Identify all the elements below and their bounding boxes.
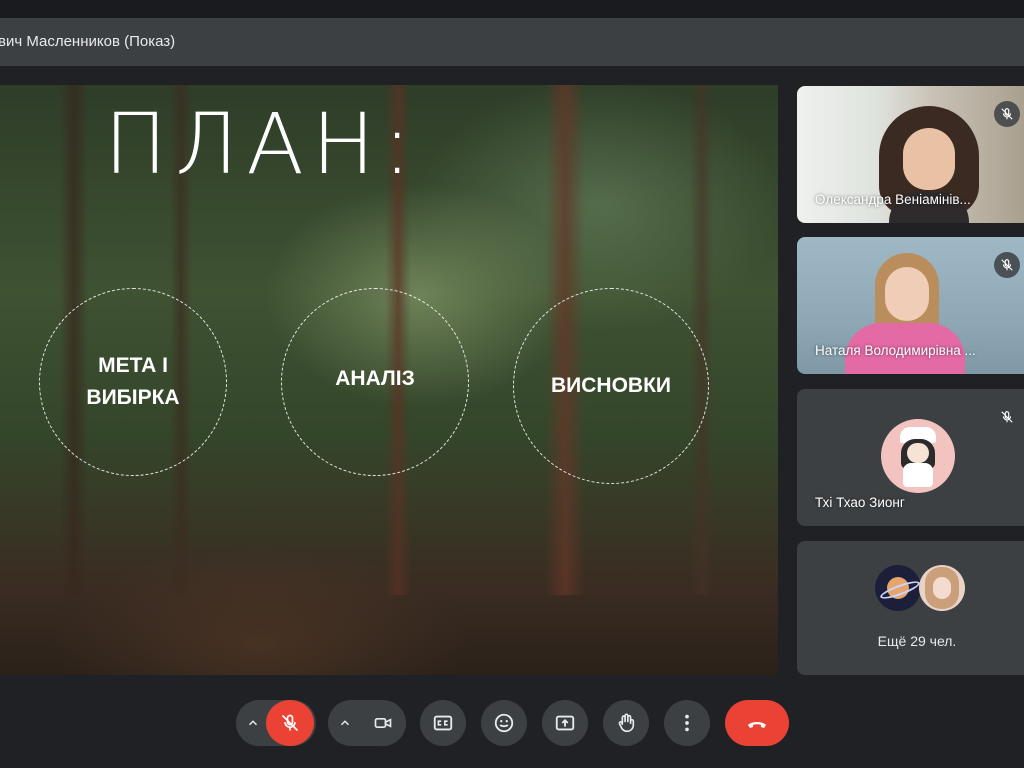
avatar-dress [903,463,933,487]
hang-up-icon [748,722,766,728]
participant-name: Тхі Тхао Зионг [815,495,905,510]
chevron-up-icon [248,720,258,726]
mic-off-icon [994,404,1020,430]
smiley-icon [494,713,514,733]
avatar [881,419,955,493]
more-options-button[interactable] [664,700,710,746]
presentation-stage: ПЛАН: МЕТА І ВИБІРКА АНАЛІЗ ВИСНОВКИ [0,85,778,675]
mic-button[interactable] [266,700,314,746]
raise-hand-button[interactable] [603,700,649,746]
presenter-title: вич Масленников (Показ) [0,33,176,50]
captions-button[interactable] [420,700,466,746]
avatar-face [907,443,929,463]
slide-heading: ПЛАН: [104,95,420,193]
reactions-button[interactable] [481,700,527,746]
participant-face [885,267,929,321]
plan-circle-label: АНАЛІЗ [335,367,415,390]
participant-name: Наталя Володимирівна ... [815,343,976,358]
more-participants-label: Ещё 29 чел. [877,633,957,649]
plan-circle-label: МЕТА І ВИБІРКА [86,354,180,409]
video-camera-icon [374,718,392,728]
mic-off-icon [994,252,1020,278]
camera-button[interactable] [360,700,406,746]
plan-circle-goal: МЕТА І ВИБІРКА [39,288,227,476]
more-participants-tile[interactable]: Ещё 29 чел. [797,541,1024,675]
participant-tile[interactable]: Тхі Тхао Зионг [797,389,1024,526]
chevron-up-icon [340,720,350,726]
mic-options-button[interactable] [236,700,270,746]
present-button[interactable] [542,700,588,746]
title-bar: вич Масленников (Показ) [0,18,1024,66]
top-bar [0,0,1024,18]
participant-face [903,128,955,190]
more-vertical-icon [685,714,689,732]
closed-captions-icon [433,715,453,731]
avatar [875,565,921,611]
participant-name: Олександра Веніамінів... [815,192,971,207]
avatar-face [933,577,951,599]
plan-circle-label: ВИСНОВКИ [550,374,671,397]
participant-tile[interactable]: Наталя Володимирівна ... [797,237,1024,374]
participant-tile[interactable]: Олександра Веніамінів... [797,86,1024,223]
leave-call-button[interactable] [725,700,789,746]
plan-circle-analysis: АНАЛІЗ [281,288,469,476]
plan-circle-conclusions: ВИСНОВКИ [513,288,709,484]
present-screen-icon [555,715,575,731]
camera-control-group [328,700,406,746]
mic-control-group [236,700,316,746]
mic-off-icon [281,714,299,732]
hand-icon [618,713,635,733]
mic-off-icon [994,101,1020,127]
avatar [919,565,965,611]
camera-options-button[interactable] [328,700,362,746]
